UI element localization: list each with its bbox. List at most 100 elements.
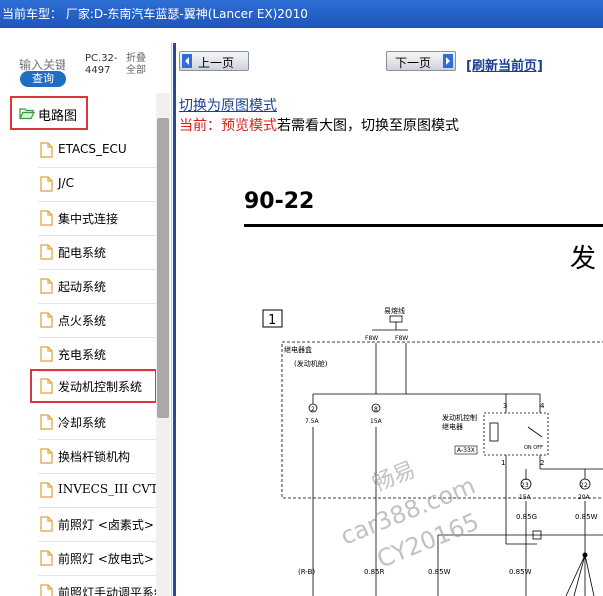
tree-item-charging-system[interactable]: 充电系统 — [38, 338, 156, 372]
tree-item-invecs-cvt[interactable]: INVECS_III CVT — [38, 474, 158, 508]
diagram-header-rule — [244, 224, 603, 227]
connector-a33x: A-33X — [457, 447, 475, 454]
file-icon — [40, 448, 53, 467]
next-page-button[interactable]: 下一页 — [386, 51, 456, 71]
tree-item-label: 起动系统 — [58, 280, 107, 294]
title-bar-gap — [0, 28, 603, 43]
folder-open-icon — [19, 107, 35, 123]
search-row: 查询 PC.32-4497 折叠全部 — [0, 43, 171, 93]
fusible-link-label: 易熔线 — [384, 306, 405, 315]
wire-rb: (R-B) — [298, 568, 315, 576]
next-arrow-icon — [443, 54, 453, 68]
fuse-22-rating: 20A — [578, 494, 591, 501]
title-bar: 当前车型： 厂家:D-东南汽车蓝瑟-翼神(Lancer EX)2010 — [0, 0, 603, 28]
fuse-2-number: 2 — [311, 406, 315, 413]
fuse-8-number: 8 — [374, 406, 378, 413]
tree-item-label: 前照灯手动调平系统 — [58, 586, 167, 596]
wiring-diagram[interactable]: 90-22 发 1 继电器盒 (发动机舱) 易熔线 F8W F8W 2 7.5A… — [176, 135, 603, 596]
tree-item-label: 发动机控制系统 — [58, 380, 143, 394]
wire-085w-a: 0.85W — [575, 513, 598, 521]
file-icon — [40, 550, 53, 569]
fusible-link-symbol — [389, 315, 403, 323]
relay-pin-1: 1 — [501, 459, 505, 467]
file-icon — [40, 210, 53, 229]
fuse-f8w-a: F8W — [365, 335, 378, 342]
engine-bay-label: (发动机舱) — [294, 359, 328, 368]
tree-item-label: 冷却系统 — [58, 416, 107, 430]
tree-item-headlamp-leveling[interactable]: 前照灯手动调平系统 — [38, 576, 166, 596]
prev-page-button[interactable]: 上一页 — [179, 51, 249, 71]
tree-item-label: INVECS_III CVT — [58, 482, 158, 496]
current-mode-label: 当前：预览模式 — [179, 118, 277, 134]
current-mode-line: 当前：预览模式若需看大图，切换至原图模式 — [179, 115, 459, 135]
tree-item-label: 配电系统 — [58, 246, 107, 260]
watermark-text-1: 畅易 — [369, 457, 419, 497]
relay-pin-2: 2 — [540, 459, 544, 467]
tree-item-headlamp-discharge[interactable]: 前照灯 <放电式> — [38, 542, 156, 576]
tree-item-jc[interactable]: J/C — [38, 168, 156, 202]
file-icon — [40, 482, 53, 501]
tree-item-label: 前照灯 <放电式> — [58, 552, 154, 566]
scroll-thumb[interactable] — [157, 118, 169, 418]
file-icon — [40, 176, 53, 195]
section-number: 1 — [268, 313, 276, 328]
relay-pin-4: 4 — [540, 402, 545, 410]
main-panel: 上一页 下一页 [刷新当前页] 切换为原图模式 当前：预览模式若需看大图，切换至… — [173, 43, 603, 596]
tree-item-shift-lock[interactable]: 换档杆锁机构 — [38, 440, 156, 474]
tree-item-label: 前照灯 <卤素式> — [58, 518, 154, 532]
sidebar: 查询 PC.32-4497 折叠全部 电路图 ETACS_ECU J/C 集中式… — [0, 43, 172, 596]
relay-pin-3: 3 — [503, 402, 507, 410]
tree-item-power-distribution[interactable]: 配电系统 — [38, 236, 156, 270]
refresh-page-link[interactable]: [刷新当前页] — [466, 55, 543, 74]
tree-item-label: 充电系统 — [58, 348, 107, 362]
query-button[interactable]: 查询 — [20, 71, 66, 87]
wire-085w-b: 0.85W — [428, 568, 451, 576]
tree-item-cooling-system[interactable]: 冷却系统 — [38, 406, 156, 440]
fuse-22-number: 22 — [580, 482, 588, 489]
current-mode-hint: 若需看大图，切换至原图模式 — [277, 118, 459, 134]
file-icon — [40, 244, 53, 263]
tree-item-starting-system[interactable]: 起动系统 — [38, 270, 156, 304]
diagram-page-number: 90-22 — [244, 189, 314, 214]
file-icon — [40, 312, 53, 331]
tree-root-label: 电路图 — [38, 109, 78, 124]
wire — [584, 554, 595, 596]
fuse-23-number: 23 — [521, 482, 529, 489]
file-icon — [40, 584, 53, 596]
file-icon — [40, 142, 53, 161]
tree-item-ignition-system[interactable]: 点火系统 — [38, 304, 156, 338]
relay-switch-arm — [527, 426, 543, 438]
fuse-23-rating: 15A — [519, 494, 532, 501]
tree-item-central-connection[interactable]: 集中式连接 — [38, 202, 156, 236]
tree-root-circuit-diagram[interactable]: 电路图 — [10, 96, 88, 130]
sidebar-scrollbar[interactable] — [156, 93, 170, 596]
file-icon — [40, 414, 53, 433]
prev-page-label: 上一页 — [198, 56, 235, 70]
current-model-text: 当前车型： 厂家:D-东南汽车蓝瑟-翼神(Lancer EX)2010 — [2, 7, 308, 21]
file-icon — [40, 516, 53, 535]
switch-original-mode-link[interactable]: 切换为原图模式 — [179, 95, 277, 115]
prev-arrow-icon — [182, 54, 192, 68]
tree-item-label: J/C — [58, 176, 74, 190]
relay-box-label: 继电器盒 — [284, 345, 312, 354]
ecu-relay-label-1: 发动机控制 — [442, 413, 477, 422]
tree-item-label: ETACS_ECU — [58, 142, 127, 156]
fuse-8-rating: 15A — [370, 418, 383, 425]
tree-item-headlamp-halogen[interactable]: 前照灯 <卤素式> — [38, 508, 156, 542]
fuse-2-rating: 7.5A — [305, 418, 320, 425]
relay-coil — [489, 422, 499, 442]
tree-item-engine-control-system[interactable]: 发动机控制系统 — [30, 369, 157, 403]
diagram-heading: 发 — [570, 244, 596, 274]
relay-on-off: ON OFF — [524, 445, 543, 451]
wire-085g: 0.85G — [516, 513, 537, 521]
wire-085w-c: 0.85W — [509, 568, 532, 576]
tree-item-label: 换档杆锁机构 — [58, 450, 131, 464]
fold-all-link[interactable]: 折叠全部 — [126, 53, 154, 77]
tree-item-etacs-ecu[interactable]: ETACS_ECU — [38, 134, 156, 168]
tree-item-label: 集中式连接 — [58, 212, 119, 226]
file-icon — [40, 378, 53, 397]
file-icon — [40, 346, 53, 365]
fuse-f8w-b: F8W — [395, 335, 408, 342]
ecu-relay-label-2: 继电器 — [442, 422, 463, 431]
tree-item-label: 点火系统 — [58, 314, 107, 328]
